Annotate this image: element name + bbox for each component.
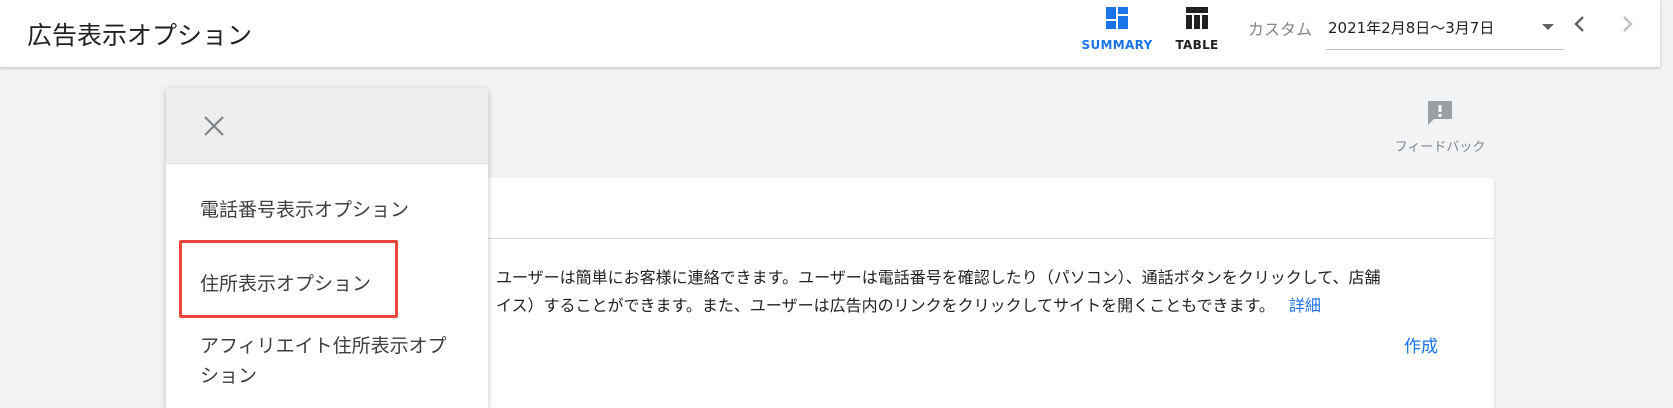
menu-header: [166, 88, 488, 164]
dashboard-icon: [1106, 7, 1128, 29]
page-title: 広告表示オプション: [27, 21, 253, 50]
chevron-left-icon: [1574, 16, 1584, 32]
card-description: ユーザーは簡単にお客様に連絡できます。ユーザーは電話番号を確認したり（パソコン）…: [496, 264, 1486, 320]
top-header: 広告表示オプション SUMMARY TABLE カスタム 2021年2月8日〜3…: [0, 0, 1660, 67]
create-link[interactable]: 作成: [1404, 332, 1438, 357]
content-card: ユーザーは簡単にお客様に連絡できます。ユーザーは電話番号を確認したり（パソコン）…: [330, 178, 1494, 408]
caret-down-icon: [1542, 24, 1554, 30]
date-range-dropdown[interactable]: 2021年2月8日〜3月7日: [1326, 8, 1564, 50]
date-range-value: 2021年2月8日〜3月7日: [1328, 19, 1495, 37]
table-view-button[interactable]: TABLE: [1152, 6, 1242, 62]
table-icon: [1186, 7, 1208, 29]
close-button[interactable]: [200, 112, 228, 140]
chevron-right-icon: [1623, 16, 1633, 32]
description-line-2-text: イス）することができます。また、ユーザーは広告内のリンクをクリックしてサイトを開…: [496, 296, 1275, 315]
summary-view-button[interactable]: SUMMARY: [1072, 6, 1162, 62]
summary-label: SUMMARY: [1081, 38, 1153, 52]
card-divider: [330, 238, 1494, 239]
next-period-button[interactable]: [1615, 12, 1639, 36]
menu-item-affiliate-location-extension[interactable]: アフィリエイト住所表示オプション: [200, 331, 450, 391]
table-label: TABLE: [1175, 38, 1219, 52]
feedback-icon: [1428, 101, 1452, 125]
close-icon: [204, 116, 224, 136]
details-link[interactable]: 詳細: [1289, 296, 1321, 315]
description-line-2: イス）することができます。また、ユーザーは広告内のリンクをクリックしてサイトを開…: [496, 292, 1486, 320]
feedback-button[interactable]: フィードバック: [1380, 96, 1500, 156]
description-line-1: ユーザーは簡単にお客様に連絡できます。ユーザーは電話番号を確認したり（パソコン）…: [496, 268, 1381, 287]
date-range-type-label: カスタム: [1248, 20, 1313, 39]
highlight-box: [179, 240, 398, 318]
previous-period-button[interactable]: [1568, 12, 1592, 36]
menu-item-call-extension[interactable]: 電話番号表示オプション: [200, 195, 409, 225]
feedback-label: フィードバック: [1394, 140, 1486, 155]
